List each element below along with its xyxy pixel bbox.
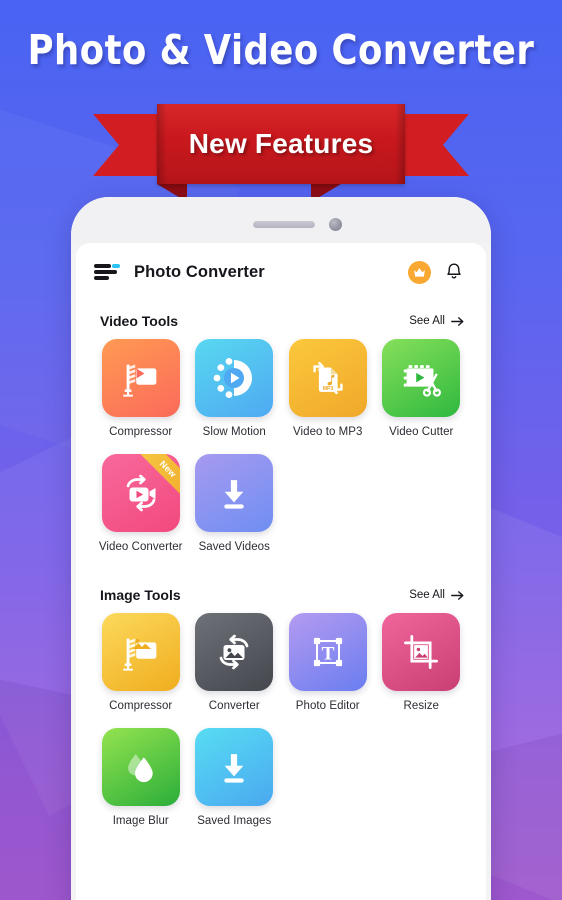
tool-video-cutter[interactable]: Video Cutter	[375, 339, 469, 438]
tool-photo-editor[interactable]: T Photo Editor	[281, 613, 375, 712]
section-title: Image Tools	[100, 587, 181, 603]
image-tools-grid: Compressor Converter T Photo Editor Resi…	[76, 613, 486, 843]
tool-compressor-image[interactable]: Compressor	[94, 613, 188, 712]
video-tools-grid: Compressor Slow Motion MP3 Video to MP3 …	[76, 339, 486, 569]
phone-top-bezel	[71, 197, 491, 243]
tool-label: Compressor	[109, 700, 173, 712]
arrow-right-icon	[451, 316, 464, 326]
promo-headline: Photo & Video Converter	[27, 26, 535, 74]
text-tool-icon[interactable]: T	[288, 613, 367, 691]
new-badge-label: New	[136, 454, 180, 501]
image-converter-icon[interactable]	[195, 613, 274, 691]
see-all-video-tools[interactable]: See All	[409, 315, 464, 327]
promo-screenshot: Photo & Video Converter New Features Pho…	[0, 0, 562, 900]
svg-text:T: T	[321, 644, 334, 665]
new-badge: New	[132, 454, 180, 502]
see-all-label: See All	[409, 315, 445, 327]
see-all-label: See All	[409, 589, 445, 601]
video-cutter-icon[interactable]	[382, 339, 461, 417]
crop-resize-icon[interactable]	[382, 613, 461, 691]
tool-label: Video to MP3	[293, 426, 363, 438]
slow-motion-icon[interactable]	[195, 339, 274, 417]
download-icon[interactable]	[195, 728, 274, 806]
tool-slow-motion[interactable]: Slow Motion	[188, 339, 282, 438]
ribbon-label: New Features	[188, 128, 374, 159]
tool-image-converter[interactable]: Converter	[188, 613, 282, 712]
see-all-image-tools[interactable]: See All	[409, 589, 464, 601]
video-converter-icon[interactable]: New	[101, 454, 180, 532]
tool-label: Compressor	[109, 426, 173, 438]
tool-saved-videos[interactable]: Saved Videos	[188, 454, 282, 553]
crown-icon[interactable]	[408, 260, 431, 284]
phone-screen: Photo Converter Video Tools See All Comp…	[76, 243, 486, 900]
arrow-right-icon	[451, 590, 464, 600]
download-icon[interactable]	[195, 454, 274, 532]
hamburger-menu-icon[interactable]	[94, 264, 120, 280]
tool-saved-images[interactable]: Saved Images	[188, 728, 282, 827]
phone-camera-icon	[329, 218, 342, 231]
section-header-image-tools: Image Tools See All	[76, 569, 486, 613]
tool-label: Video Converter	[98, 541, 183, 553]
app-header: Photo Converter	[76, 243, 486, 301]
section-header-video-tools: Video Tools See All	[76, 301, 486, 339]
tool-label: Resize	[403, 700, 439, 712]
image-compressor-icon[interactable]	[101, 613, 180, 691]
bell-icon[interactable]	[444, 261, 464, 283]
tool-label: Slow Motion	[202, 426, 266, 438]
tool-label: Converter	[208, 700, 260, 712]
tool-label: Image Blur	[112, 815, 169, 827]
header-actions	[408, 260, 464, 284]
svg-text:MP3: MP3	[322, 386, 333, 392]
phone-mockup: Photo Converter Video Tools See All Comp…	[71, 197, 491, 900]
tool-video-converter[interactable]: New Video Converter	[94, 454, 188, 553]
tool-label: Saved Videos	[198, 541, 270, 553]
phone-speaker	[253, 221, 315, 228]
tool-image-blur[interactable]: Image Blur	[94, 728, 188, 827]
tool-label: Saved Images	[197, 815, 272, 827]
tool-label: Photo Editor	[295, 700, 360, 712]
tool-video-to-mp3[interactable]: MP3 Video to MP3	[281, 339, 375, 438]
tool-compressor-video[interactable]: Compressor	[94, 339, 188, 438]
section-title: Video Tools	[100, 313, 179, 329]
video-to-mp3-icon[interactable]: MP3	[288, 339, 367, 417]
video-compressor-icon[interactable]	[101, 339, 180, 417]
new-features-ribbon: New Features	[93, 104, 469, 202]
tool-resize[interactable]: Resize	[375, 613, 469, 712]
app-title: Photo Converter	[134, 262, 265, 281]
tool-label: Video Cutter	[389, 426, 454, 438]
water-drop-icon[interactable]	[101, 728, 180, 806]
